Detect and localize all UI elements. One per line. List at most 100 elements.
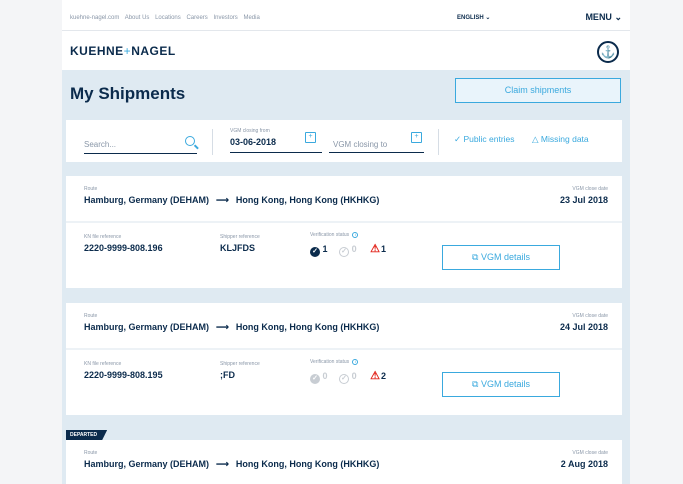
destination: Hong Kong, Hong Kong (HKHKG)	[235, 322, 380, 332]
route-value: Hamburg, Germany (DEHAM) ⟶ Hong Kong, Hong…	[84, 459, 379, 470]
route-label: Route	[84, 186, 98, 192]
check-circle-icon: ✓	[310, 374, 320, 384]
verification-label: Verification status i	[310, 232, 359, 238]
shipment-card[interactable]: Route Hamburg, Germany (DEHAM) ⟶ Hong Kong…	[66, 440, 622, 484]
warning-icon: ⚠	[370, 370, 380, 382]
route-label: Route	[84, 450, 98, 456]
vgm-close-date-value: 2 Aug 2018	[560, 459, 608, 469]
link-careers[interactable]: Careers	[186, 15, 207, 21]
shipment-card[interactable]: Route Hamburg, Germany (DEHAM) ⟶ Hong Kong…	[66, 303, 622, 415]
kn-ref-label: KN file reference	[84, 234, 122, 240]
check-circle-icon: ✓	[454, 134, 462, 144]
logo-text-left: KUEHNE	[70, 44, 124, 58]
missing-data-filter[interactable]: △ Missing data	[532, 134, 589, 145]
verification-status: ✓ 1 ✓ 0 ⚠1	[310, 242, 386, 257]
verification-status: ✓ 0 ✓ 0 ⚠2	[310, 369, 386, 384]
vgm-close-date-value: 24 Jul 2018	[559, 322, 608, 332]
pending-count: 0	[351, 371, 357, 381]
link-locations[interactable]: Locations	[155, 15, 181, 21]
warning-icon: △	[532, 134, 539, 144]
copy-icon: ⧉	[472, 379, 479, 389]
arrow-right-icon: ⟶	[216, 459, 229, 469]
verification-label: Verification status i	[310, 359, 359, 365]
link-investors[interactable]: Investors	[213, 15, 237, 21]
filter-bar: Search... VGM closing from 03-06-2018 + …	[66, 120, 622, 162]
route-value: Hamburg, Germany (DEHAM) ⟶ Hong Kong, Hong…	[84, 195, 379, 206]
search-input[interactable]: Search...	[84, 136, 197, 154]
check-circle-icon: ✓	[310, 247, 320, 257]
arrow-right-icon: ⟶	[216, 322, 229, 332]
kn-ref-label: KN file reference	[84, 361, 122, 367]
link-kuehne-nagel[interactable]: kuehne-nagel.com	[70, 15, 119, 21]
warning-count: 2	[380, 371, 386, 381]
verified-count: 1	[322, 244, 328, 254]
vgm-close-date-value: 23 Jul 2018	[559, 195, 608, 205]
menu-button[interactable]: MENU ⌄	[585, 12, 622, 23]
shipment-card[interactable]: Route Hamburg, Germany (DEHAM) ⟶ Hong Kong…	[66, 176, 622, 288]
pending-count: 0	[351, 244, 357, 254]
origin: Hamburg, Germany (DEHAM)	[84, 322, 210, 332]
calendar-icon[interactable]: +	[411, 132, 422, 143]
pending-circle-icon: ✓	[339, 374, 350, 384]
shipper-ref-label: Shipper reference	[220, 361, 260, 367]
main-content: My Shipments Claim shipments Search... V…	[62, 70, 630, 484]
calendar-icon[interactable]: +	[305, 132, 316, 143]
page-title: My Shipments	[70, 84, 186, 103]
divider	[212, 129, 213, 155]
info-icon[interactable]: i	[352, 359, 359, 365]
kn-ref-value: 2220-9999-808.195	[84, 370, 163, 380]
info-icon[interactable]: i	[352, 232, 359, 238]
origin: Hamburg, Germany (DEHAM)	[84, 459, 210, 469]
origin: Hamburg, Germany (DEHAM)	[84, 195, 210, 205]
menu-label: MENU	[585, 12, 612, 22]
verification-label-text: Verification status	[310, 359, 350, 365]
link-media[interactable]: Media	[243, 15, 259, 21]
missing-data-label: Missing data	[540, 134, 589, 144]
vgm-close-date-label: VGM close date	[572, 186, 608, 192]
warning-count: 1	[380, 244, 386, 254]
utility-links: kuehne-nagel.com About Us Locations Care…	[70, 15, 264, 21]
link-about-us[interactable]: About Us	[125, 15, 150, 21]
divider	[66, 348, 622, 350]
chevron-down-icon: ⌄	[485, 15, 491, 21]
destination: Hong Kong, Hong Kong (HKHKG)	[235, 195, 380, 205]
vgm-to-placeholder: VGM closing to	[333, 140, 388, 149]
warning-icon: ⚠	[370, 243, 380, 255]
route-label: Route	[84, 313, 98, 319]
divider	[438, 129, 439, 155]
route-value: Hamburg, Germany (DEHAM) ⟶ Hong Kong, Hong…	[84, 322, 379, 333]
logo-text-right: NAGEL	[131, 44, 176, 58]
brand-logo[interactable]: KUEHNE+NAGEL	[70, 44, 176, 58]
shipper-ref-label: Shipper reference	[220, 234, 260, 240]
copy-icon: ⧉	[472, 252, 479, 262]
vgm-closing-from-field[interactable]: VGM closing from 03-06-2018 +	[230, 128, 322, 153]
vgm-details-button[interactable]: ⧉ VGM details	[442, 245, 560, 270]
language-selector[interactable]: ENGLISH ⌄	[457, 14, 490, 21]
pending-circle-icon: ✓	[339, 247, 350, 257]
vgm-details-label: VGM details	[480, 252, 530, 262]
departed-badge: DEPARTED	[66, 430, 108, 440]
vgm-details-label: VGM details	[480, 379, 530, 389]
vgm-close-date-label: VGM close date	[572, 313, 608, 319]
chevron-down-icon: ⌄	[614, 12, 622, 22]
kn-ref-value: 2220-9999-808.196	[84, 243, 163, 253]
language-label: ENGLISH	[457, 15, 484, 21]
divider	[66, 221, 622, 223]
verification-label-text: Verification status	[310, 232, 350, 238]
vgm-closing-to-field[interactable]: VGM closing to +	[329, 132, 424, 153]
vgm-close-date-label: VGM close date	[572, 450, 608, 456]
divider	[62, 30, 630, 31]
public-entries-label: Public entries	[463, 134, 515, 144]
shipper-ref-value: KLJFDS	[220, 243, 256, 253]
public-entries-filter[interactable]: ✓ Public entries	[454, 134, 515, 145]
arrow-right-icon: ⟶	[216, 195, 229, 205]
search-icon[interactable]	[185, 136, 195, 146]
search-placeholder: Search...	[84, 140, 117, 149]
anchor-icon[interactable]: ⚓	[597, 41, 619, 63]
shipper-ref-value: ;FD	[220, 370, 235, 380]
vgm-details-button[interactable]: ⧉ VGM details	[442, 372, 560, 397]
claim-shipments-button[interactable]: Claim shipments	[455, 78, 621, 103]
utility-bar: kuehne-nagel.com About Us Locations Care…	[62, 12, 630, 28]
destination: Hong Kong, Hong Kong (HKHKG)	[235, 459, 380, 469]
verified-count: 0	[322, 371, 328, 381]
